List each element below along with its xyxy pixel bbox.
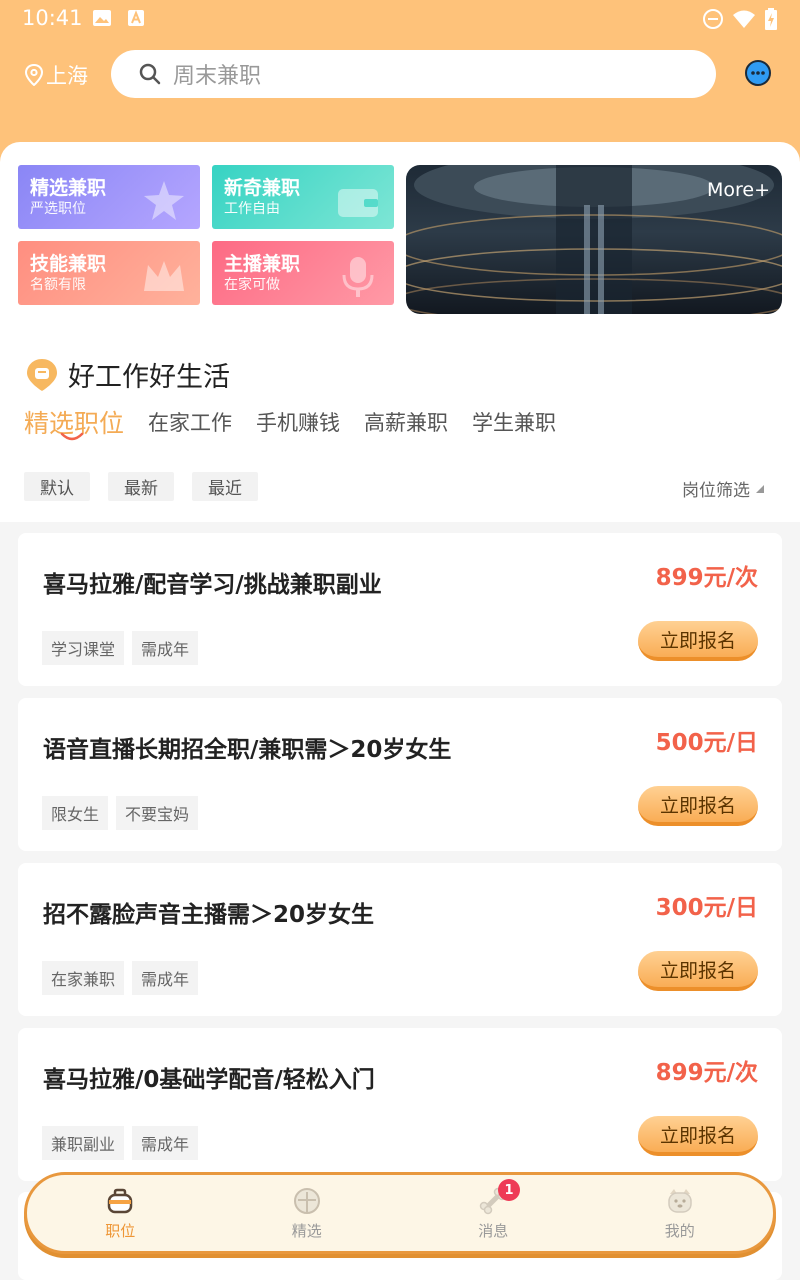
star-icon — [144, 181, 184, 220]
job-tag: 不要宝妈 — [116, 796, 199, 830]
apply-button[interactable]: 立即报名 — [638, 621, 758, 661]
post-filter-button[interactable]: 岗位筛选 — [682, 476, 764, 501]
unread-badge: 1 — [498, 1179, 520, 1201]
search-input[interactable]: 周末兼职 — [111, 50, 716, 98]
job-title: 喜马拉雅/0基础学配音/轻松入门 — [43, 1067, 375, 1093]
job-tag: 限女生 — [42, 796, 109, 830]
location-pin-icon — [24, 64, 44, 86]
gallery-icon — [93, 10, 111, 26]
job-tags: 兼职副业 需成年 — [42, 1126, 199, 1160]
tab-label: 职位 — [105, 1221, 136, 1240]
filter-nearest[interactable]: 最近 — [192, 472, 258, 501]
app-notification-icon — [128, 10, 144, 26]
category-subtitle: 严选职位 — [30, 201, 86, 217]
tab-jobs[interactable]: 职位 — [27, 1175, 214, 1251]
banner-more-link[interactable]: More+ — [707, 179, 770, 201]
category-title: 技能兼职 — [30, 253, 107, 275]
search-placeholder: 周末兼职 — [173, 64, 262, 89]
job-title: 喜马拉雅/配音学习/挑战兼职副业 — [43, 572, 382, 598]
category-subtitle: 工作自由 — [224, 201, 280, 217]
category-tile-streamer[interactable]: 主播兼职 在家可做 — [212, 241, 394, 305]
location-selector[interactable]: 上海 — [24, 60, 88, 90]
location-badge-icon — [27, 358, 57, 391]
category-subtitle: 名额有限 — [30, 277, 86, 293]
sort-filters: 默认 最新 最近 — [24, 472, 258, 501]
apply-button[interactable]: 立即报名 — [638, 786, 758, 826]
filter-newest[interactable]: 最新 — [108, 472, 174, 501]
category-title: 新奇兼职 — [224, 177, 301, 199]
category-tile-featured[interactable]: 精选兼职 严选职位 — [18, 165, 200, 229]
tab-label: 消息 — [478, 1221, 509, 1240]
category-title: 精选兼职 — [30, 177, 107, 199]
job-card[interactable]: 语音直播长期招全职/兼职需＞20岁女生 500元/日 限女生 不要宝妈 立即报名 — [18, 698, 782, 851]
tab-high-pay[interactable]: 高薪兼职 — [364, 404, 448, 440]
apply-button[interactable]: 立即报名 — [638, 1116, 758, 1156]
tab-label: 我的 — [664, 1221, 695, 1240]
wallet-icon — [338, 189, 378, 217]
job-tag: 需成年 — [132, 1126, 199, 1160]
chat-icon[interactable] — [744, 59, 772, 87]
category-tile-novel[interactable]: 新奇兼职 工作自由 — [212, 165, 394, 229]
job-tags: 学习课堂 需成年 — [42, 631, 199, 665]
job-tag: 学习课堂 — [42, 631, 125, 665]
microphone-icon — [342, 257, 374, 297]
search-icon — [139, 63, 161, 85]
job-category-tabs: 精选职位 在家工作 手机赚钱 高薪兼职 学生兼职 — [24, 404, 556, 440]
tab-student-jobs[interactable]: 学生兼职 — [472, 404, 556, 440]
filter-default[interactable]: 默认 — [24, 472, 90, 501]
tab-messages[interactable]: 消息 1 — [400, 1175, 587, 1251]
wifi-icon — [733, 10, 755, 28]
status-bar: 10:41 — [0, 0, 800, 36]
section-header: 好工作好生活 — [26, 355, 230, 394]
briefcase-icon — [108, 1188, 133, 1213]
job-price: 899元/次 — [655, 565, 758, 591]
job-tags: 限女生 不要宝妈 — [42, 796, 199, 830]
category-subtitle: 在家可做 — [224, 277, 280, 293]
job-tag: 兼职副业 — [42, 1126, 125, 1160]
category-title: 主播兼职 — [224, 253, 301, 275]
job-card[interactable]: 招不露脸声音主播需＞20岁女生 300元/日 在家兼职 需成年 立即报名 — [18, 863, 782, 1016]
crown-icon — [144, 261, 184, 291]
job-title: 招不露脸声音主播需＞20岁女生 — [43, 902, 375, 928]
category-tile-skills[interactable]: 技能兼职 名额有限 — [18, 241, 200, 305]
job-price: 899元/次 — [655, 1060, 758, 1086]
job-price: 300元/日 — [655, 895, 758, 921]
triangle-down-icon — [756, 484, 764, 493]
dog-face-icon — [668, 1188, 692, 1213]
apply-button[interactable]: 立即报名 — [638, 951, 758, 991]
job-tags: 在家兼职 需成年 — [42, 961, 199, 995]
job-tag: 需成年 — [132, 961, 199, 995]
section-title: 好工作好生活 — [68, 362, 230, 393]
job-tag: 在家兼职 — [42, 961, 125, 995]
tab-work-from-home[interactable]: 在家工作 — [148, 404, 232, 440]
lamp-icon — [293, 1187, 320, 1214]
tab-profile[interactable]: 我的 — [587, 1175, 774, 1251]
job-title: 语音直播长期招全职/兼职需＞20岁女生 — [43, 737, 452, 763]
job-card[interactable]: 喜马拉雅/配音学习/挑战兼职副业 899元/次 学习课堂 需成年 立即报名 — [18, 533, 782, 686]
tab-mobile-earning[interactable]: 手机赚钱 — [256, 404, 340, 440]
job-price: 500元/日 — [655, 730, 758, 756]
tab-featured[interactable]: 精选 — [214, 1175, 401, 1251]
do-not-disturb-icon — [703, 9, 723, 29]
tab-label: 精选 — [291, 1221, 322, 1240]
status-time: 10:41 — [22, 6, 83, 30]
battery-icon — [765, 8, 777, 30]
job-tag: 需成年 — [132, 631, 199, 665]
bottom-tab-bar: 职位 精选 消息 1 我的 — [24, 1172, 776, 1254]
promo-banner[interactable]: More+ — [406, 165, 782, 314]
active-tab-indicator — [60, 432, 84, 441]
post-filter-label: 岗位筛选 — [682, 481, 750, 501]
job-card[interactable]: 喜马拉雅/0基础学配音/轻松入门 899元/次 兼职副业 需成年 立即报名 — [18, 1028, 782, 1181]
location-label: 上海 — [46, 64, 88, 88]
